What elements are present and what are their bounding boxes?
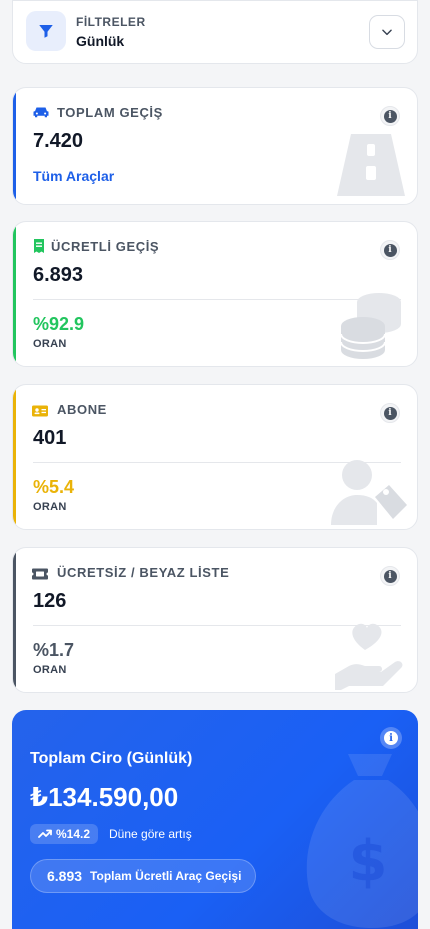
revenue-value: ₺134.590,00 [30,782,179,812]
id-card-icon [32,405,48,417]
user-tag-icon [331,460,407,525]
free-whitelist-card: ÜCRETSİZ / BEYAZ LİSTE 126 %1.7 ORAN i [12,547,418,693]
money-bag-icon: $ [306,754,418,928]
trend-up-icon [38,829,52,838]
paid-vehicle-pill: 6.893 Toplam Ücretli Araç Geçişi [30,859,257,893]
paid-pass-card: ÜCRETLİ GEÇİŞ 6.893 %92.9 ORAN i [12,221,418,367]
subscriber-card: ABONE 401 %5.4 ORAN i [12,384,418,530]
free-whitelist-percent-label: ORAN [33,664,67,676]
filter-icon [26,11,66,51]
paid-vehicle-caption: Toplam Ücretli Araç Geçişi [90,869,242,883]
filter-value: Günlük [76,33,125,49]
paid-pass-percent: %92.9 [33,314,85,334]
card-accent [13,385,16,529]
all-vehicles-link[interactable]: Tüm Araçlar [33,168,114,184]
coins-icon [340,293,401,359]
free-whitelist-label: ÜCRETSİZ / BEYAZ LİSTE [57,565,230,580]
total-revenue-card: $ i Toplam Ciro (Günlük) ₺134.590,00 %14… [12,710,418,929]
info-icon[interactable]: i [380,727,402,749]
subscriber-percent: %5.4 [33,477,75,497]
car-icon [33,107,49,118]
subscriber-percent-label: ORAN [33,501,67,513]
paid-pass-percent-label: ORAN [33,338,67,350]
svg-text:$: $ [349,829,388,894]
paid-pass-label: ÜCRETLİ GEÇİŞ [51,239,160,254]
info-icon[interactable]: i [380,106,400,126]
card-accent [13,88,16,204]
info-icon[interactable]: i [380,403,400,423]
free-whitelist-value: 126 [33,590,67,612]
total-pass-card: TOPLAM GEÇİŞ 7.420 Tüm Araçlar i [12,87,418,205]
revenue-change-badge: %14.2 [30,824,99,844]
filter-label: FİLTRELER [76,15,146,29]
ticket-icon [32,568,48,580]
total-pass-label: TOPLAM GEÇİŞ [57,105,163,120]
subscriber-label: ABONE [57,402,107,417]
paid-pass-value: 6.893 [33,264,84,286]
info-icon[interactable]: i [380,240,400,260]
free-whitelist-percent: %1.7 [33,640,75,660]
total-pass-value: 7.420 [33,130,84,152]
revenue-change-caption: Düne göre artış [109,827,192,841]
chevron-down-icon [382,29,392,36]
info-icon[interactable]: i [380,566,400,586]
card-accent [13,548,16,692]
subscriber-value: 401 [33,427,67,449]
receipt-icon [34,239,44,253]
revenue-title: Toplam Ciro (Günlük) [30,750,193,767]
filter-toggle-button[interactable] [369,15,405,49]
card-accent [13,222,16,366]
revenue-change-value: %14.2 [56,827,91,841]
road-icon [337,134,405,196]
filter-bar[interactable]: FİLTRELER Günlük [12,0,418,64]
paid-vehicle-count: 6.893 [47,868,83,884]
hand-heart-icon [335,623,403,690]
